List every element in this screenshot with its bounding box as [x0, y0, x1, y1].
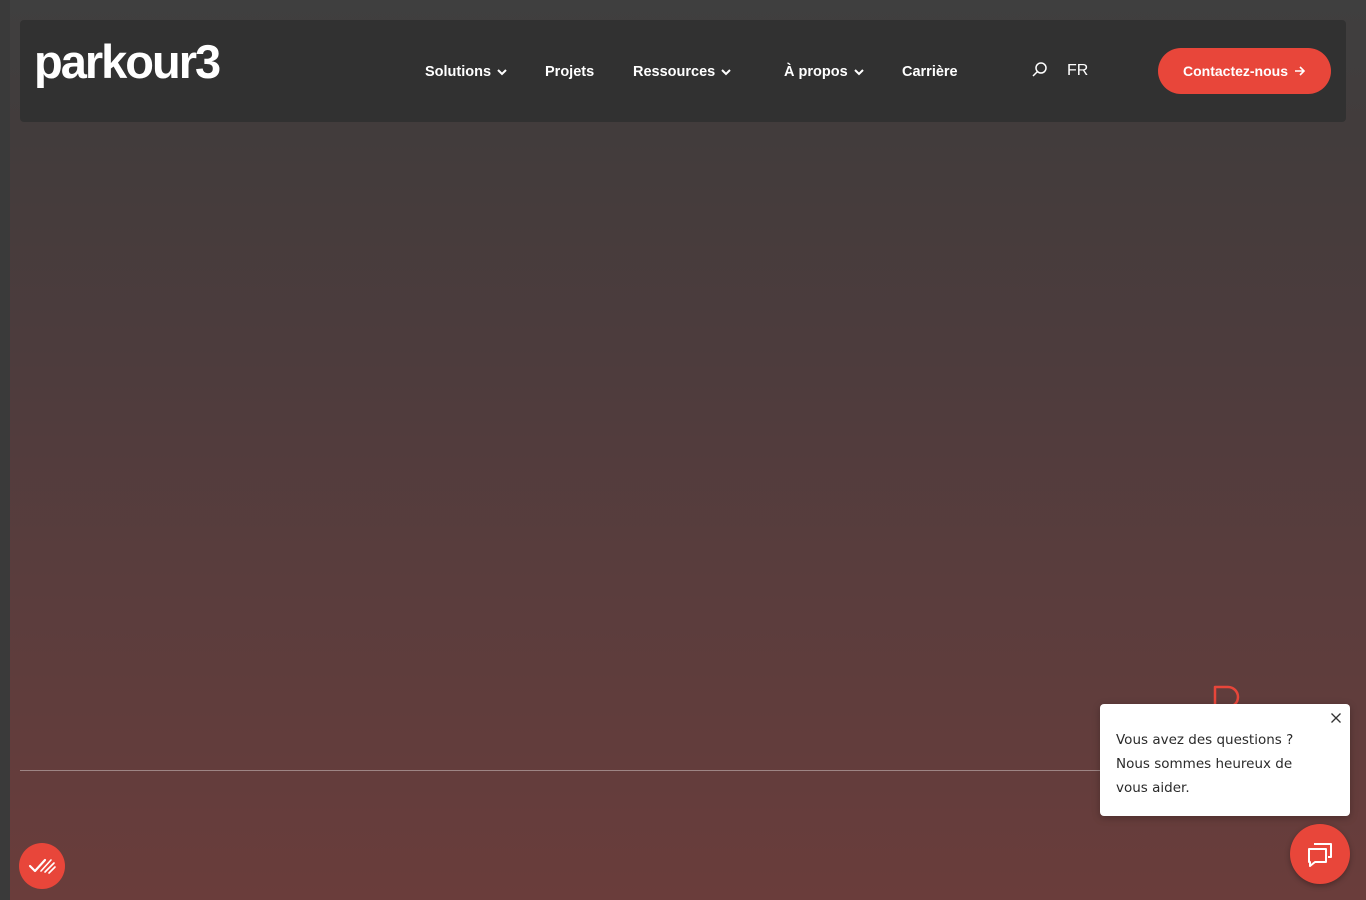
chat-greeting-text: Vous avez des questions ? Nous sommes he… — [1116, 732, 1294, 796]
nav-item-projets[interactable]: Projets — [545, 64, 594, 80]
nav-item-a-propos[interactable]: À propos — [784, 64, 865, 80]
chat-greeting-popup: Vous avez des questions ? Nous sommes he… — [1100, 704, 1350, 816]
chevron-down-icon — [721, 69, 731, 76]
nav-item-solutions[interactable]: Solutions — [425, 64, 508, 80]
chevron-down-icon — [497, 69, 507, 76]
cookie-consent-icon — [28, 858, 56, 874]
brand-logo[interactable]: parkour3 — [34, 38, 221, 85]
nav-item-label: Carrière — [902, 64, 958, 80]
contact-button-label: Contactez-nous — [1183, 63, 1288, 79]
chat-bubbles-icon — [1308, 843, 1332, 867]
nav-item-label: Ressources — [633, 64, 716, 80]
nav-item-label: Solutions — [425, 64, 492, 80]
nav-item-label: À propos — [784, 64, 848, 80]
cookie-consent-button[interactable] — [19, 843, 65, 889]
nav-item-carriere[interactable]: Carrière — [902, 64, 958, 80]
section-divider — [20, 770, 1100, 771]
close-icon[interactable] — [1330, 712, 1342, 724]
page-edge — [0, 0, 10, 900]
nav-item-ressources[interactable]: Ressources — [633, 64, 732, 80]
chat-open-button[interactable] — [1290, 824, 1350, 884]
chevron-down-icon — [853, 69, 864, 76]
search-icon[interactable] — [1031, 61, 1049, 79]
contact-button[interactable]: Contactez-nous — [1158, 48, 1331, 94]
arrow-right-icon — [1295, 66, 1306, 76]
language-switcher[interactable]: FR — [1067, 62, 1088, 80]
site-header: parkour3 Solutions Projets Ressources À … — [20, 20, 1346, 122]
nav-item-label: Projets — [545, 64, 595, 80]
